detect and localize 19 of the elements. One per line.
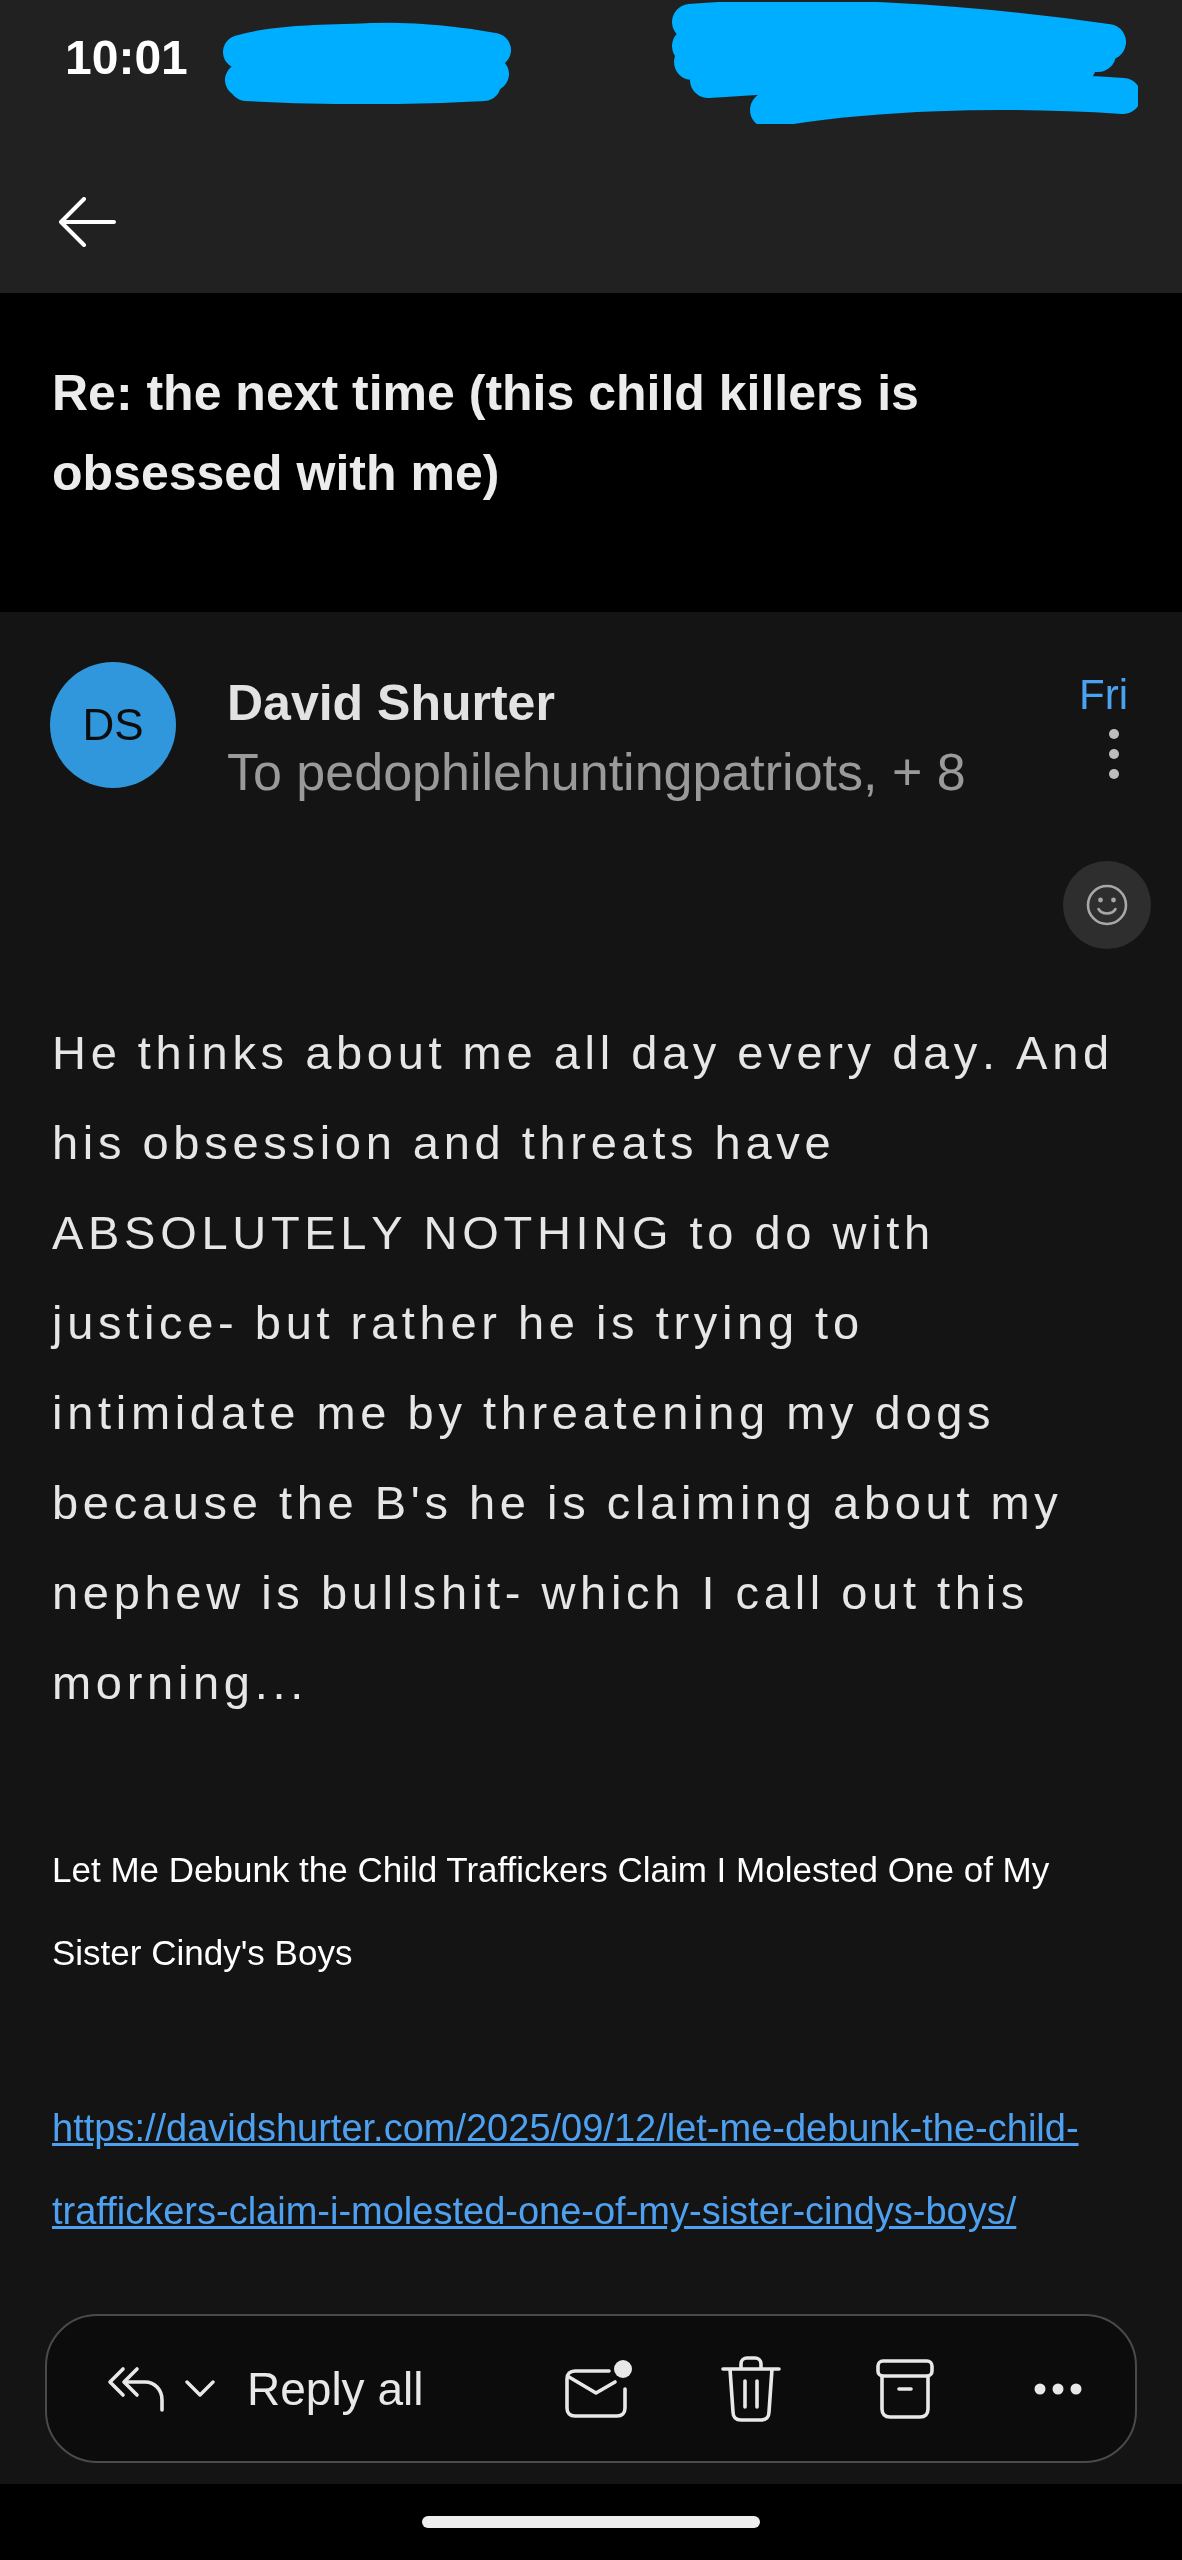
caret-icon bbox=[185, 2380, 215, 2397]
trash-icon bbox=[720, 2355, 783, 2422]
sender-name: David Shurter bbox=[227, 674, 555, 733]
status-time: 10:01 bbox=[65, 30, 188, 86]
article-title: Let Me Debunk the Child Traffickers Claim I Molested One of My Sister Cindy's Boys bbox=[52, 1849, 1051, 1974]
archive-box-icon bbox=[875, 2358, 934, 2419]
message-body-text: He thinks about me all day every day. And his obsession and threats have ABSOLUTELY NOTHING to do with justice- but rather he is trying to intimidate me by threatening my dogs because the B's he is claiming about my nephew is bullshit- which I call out this morning... bbox=[52, 1025, 1115, 1711]
message-date: Fri bbox=[1079, 670, 1128, 720]
more-icon bbox=[1034, 2382, 1082, 2395]
email-subject: Re: the next time (this child killers is obsessed with me) bbox=[52, 364, 920, 503]
kebab-icon bbox=[1108, 728, 1120, 780]
smile-icon bbox=[1086, 884, 1128, 926]
sender-avatar: DS bbox=[50, 662, 176, 788]
reply-all-button[interactable]: Reply all bbox=[107, 2358, 424, 2419]
envelope-dot-icon bbox=[563, 2358, 633, 2419]
recipients-line[interactable]: To pedophilehuntingpatriots, + 8 bbox=[227, 742, 966, 802]
reply-all-icon bbox=[107, 2364, 165, 2413]
article-link[interactable]: https://davidshurter.com/2025/09/12/let-me-debunk-the-child-traffickers-claim-i-molested-one-of-my-sister-cindys-boys/ bbox=[52, 2087, 1122, 2253]
back-arrow-icon bbox=[58, 196, 116, 247]
